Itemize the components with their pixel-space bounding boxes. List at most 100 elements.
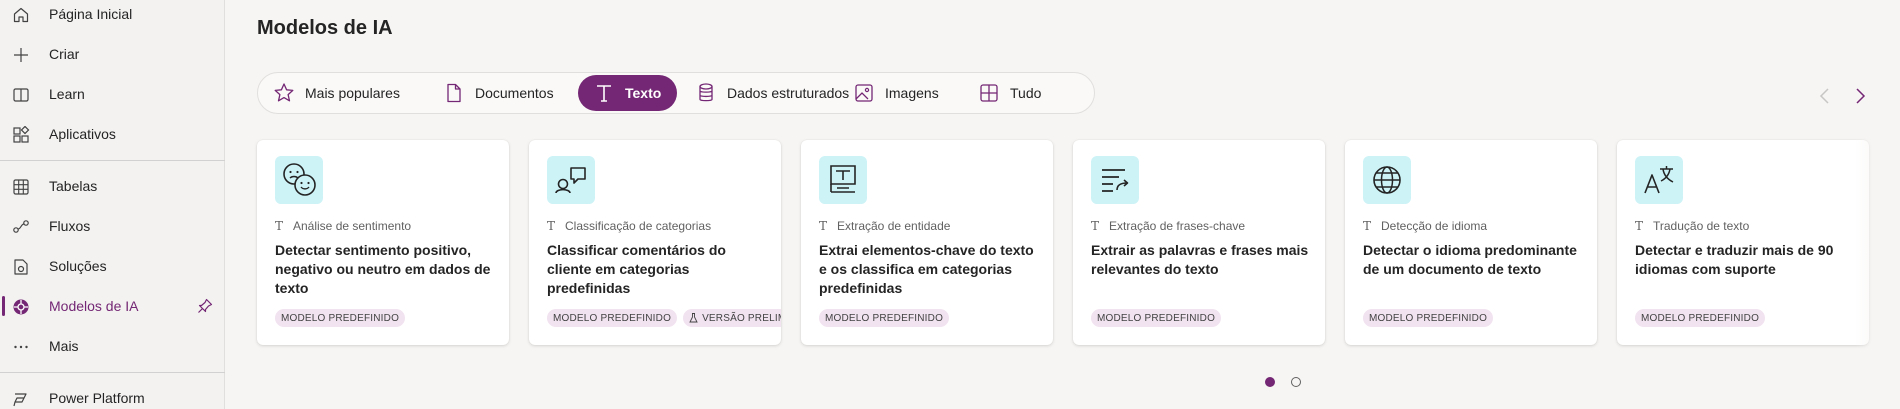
prebuilt-badge: MODELO PREDEFINIDO: [1091, 309, 1222, 327]
tab-images[interactable]: Imagens: [838, 75, 955, 111]
prebuilt-badge: MODELO PREDEFINIDO: [275, 309, 406, 327]
card-badges: MODELO PREDEFINIDO VERSÃO PRELIMINAR: [547, 309, 781, 327]
nav-item-more[interactable]: Mais: [0, 326, 225, 366]
table-icon: [12, 178, 30, 196]
model-card-text-translation[interactable]: T Tradução de texto Detectar e traduzir m…: [1617, 140, 1869, 345]
pagination-dot-1[interactable]: [1265, 377, 1275, 387]
nav-item-label: Aplicativos: [49, 126, 116, 142]
model-card-sentiment[interactable]: T Análise de sentimento Detectar sentimen…: [257, 140, 509, 345]
flow-icon: [12, 218, 30, 236]
nav-item-label: Learn: [49, 86, 85, 102]
card-badges: MODELO PREDEFINIDO: [1635, 309, 1766, 327]
card-badges: MODELO PREDEFINIDO: [275, 309, 406, 327]
grid-icon: [978, 82, 1000, 104]
category-label: Tradução de texto: [1653, 219, 1750, 233]
plus-icon: [12, 46, 30, 64]
pin-icon[interactable]: [196, 297, 214, 315]
preview-badge: VERSÃO PRELIMINAR: [683, 309, 781, 327]
nav-item-home[interactable]: Página Inicial: [0, 0, 225, 34]
tab-label: Imagens: [885, 85, 939, 101]
card-description: Extrai elementos-chave do texto e os cla…: [819, 242, 1034, 296]
model-card-entity-extraction[interactable]: T Extração de entidade Extrai elementos-c…: [801, 140, 1053, 345]
nav-item-apps[interactable]: Aplicativos: [0, 114, 225, 154]
card-category: T Extração de entidade: [819, 219, 950, 233]
carousel-prev-button[interactable]: [1817, 86, 1833, 106]
globe-icon: [1363, 156, 1411, 204]
nav-item-tables[interactable]: Tabelas: [0, 166, 225, 206]
carousel-edge-fade: [1855, 130, 1900, 360]
prebuilt-badge: MODELO PREDEFINIDO: [1635, 309, 1766, 327]
category-tabs: Mais populares Documentos Texto Dados es…: [257, 72, 1095, 114]
database-icon: [695, 82, 717, 104]
apps-icon: [12, 126, 30, 144]
card-category: T Extração de frases-chave: [1091, 219, 1245, 233]
card-description: Detectar e traduzir mais de 90 idiomas c…: [1635, 242, 1834, 277]
star-icon: [273, 82, 295, 104]
sentiment-icon: [275, 156, 323, 204]
nav-item-learn[interactable]: Learn: [0, 74, 225, 114]
card-category: T Detecção de idioma: [1363, 219, 1487, 233]
text-icon: [593, 82, 615, 104]
card-badges: MODELO PREDEFINIDO: [819, 309, 950, 327]
tab-label: Tudo: [1010, 85, 1042, 101]
nav-item-label: Modelos de IA: [49, 298, 139, 314]
tab-text[interactable]: Texto: [578, 75, 678, 111]
card-description: Detectar sentimento positivo, negativo o…: [275, 242, 491, 296]
nav-item-label: Power Platform: [49, 390, 145, 406]
card-description: Classificar comentários do cliente em ca…: [547, 242, 726, 296]
nav-item-label: Criar: [49, 46, 80, 62]
text-type-icon: T: [819, 219, 828, 233]
card-description: Extrair as palavras e frases mais releva…: [1091, 242, 1309, 277]
card-category: T Classificação de categorias: [547, 219, 711, 233]
carousel-pagination: [1265, 377, 1301, 387]
more-icon: [12, 338, 30, 356]
page-title: Modelos de IA: [257, 17, 393, 39]
text-type-icon: T: [1363, 219, 1372, 233]
entity-extraction-icon: [819, 156, 867, 204]
model-card-key-phrase-extraction[interactable]: T Extração de frases-chave Extrair as pal…: [1073, 140, 1325, 345]
model-card-language-detection[interactable]: T Detecção de idioma Detectar o idioma pr…: [1345, 140, 1597, 345]
key-phrase-icon: [1091, 156, 1139, 204]
category-label: Extração de frases-chave: [1109, 219, 1246, 233]
text-type-icon: T: [1091, 219, 1100, 233]
nav-item-label: Fluxos: [49, 218, 91, 234]
nav-item-label: Soluções: [49, 258, 107, 274]
model-card-category-classification[interactable]: T Classificação de categorias Classificar…: [529, 140, 781, 345]
carousel-next-button[interactable]: [1852, 86, 1868, 106]
translate-icon: [1635, 156, 1683, 204]
card-badges: MODELO PREDEFINIDO: [1363, 309, 1494, 327]
nav-item-label: Página Inicial: [49, 6, 133, 22]
tab-documents[interactable]: Documentos: [428, 75, 570, 111]
nav-item-flows[interactable]: Fluxos: [0, 206, 225, 246]
nav-item-create[interactable]: Criar: [0, 34, 225, 74]
card-description: Detectar o idioma predominante de um doc…: [1363, 242, 1577, 277]
flask-icon: [689, 313, 698, 323]
tab-label: Documentos: [475, 85, 554, 101]
home-icon: [12, 6, 30, 24]
image-icon: [853, 82, 875, 104]
nav-item-label: Tabelas: [49, 178, 98, 194]
card-category: T Tradução de texto: [1635, 219, 1749, 233]
tab-label: Mais populares: [305, 85, 400, 101]
category-label: Análise de sentimento: [293, 219, 412, 233]
category-classification-icon: [547, 156, 595, 204]
tab-most-popular[interactable]: Mais populares: [258, 75, 416, 111]
nav-item-ai-models[interactable]: Modelos de IA: [0, 286, 225, 326]
tab-label: Texto: [625, 85, 662, 101]
nav-item-label: Mais: [49, 338, 79, 354]
card-category: T Análise de sentimento: [275, 219, 411, 233]
tab-all[interactable]: Tudo: [963, 75, 1057, 111]
prebuilt-badge: MODELO PREDEFINIDO: [1363, 309, 1494, 327]
prebuilt-badge: MODELO PREDEFINIDO: [547, 309, 678, 327]
card-badges: MODELO PREDEFINIDO: [1091, 309, 1222, 327]
nav-divider: [0, 372, 225, 373]
category-label: Detecção de idioma: [1381, 219, 1488, 233]
power-platform-icon: [12, 390, 30, 408]
prebuilt-badge: MODELO PREDEFINIDO: [819, 309, 950, 327]
ai-models-icon: [12, 298, 30, 316]
nav-item-power-platform[interactable]: Power Platform: [0, 378, 225, 409]
document-icon: [443, 82, 465, 104]
main-content: Modelos de IA Mais populares Documentos …: [225, 0, 1900, 409]
pagination-dot-2[interactable]: [1291, 377, 1301, 387]
nav-item-solutions[interactable]: Soluções: [0, 246, 225, 286]
